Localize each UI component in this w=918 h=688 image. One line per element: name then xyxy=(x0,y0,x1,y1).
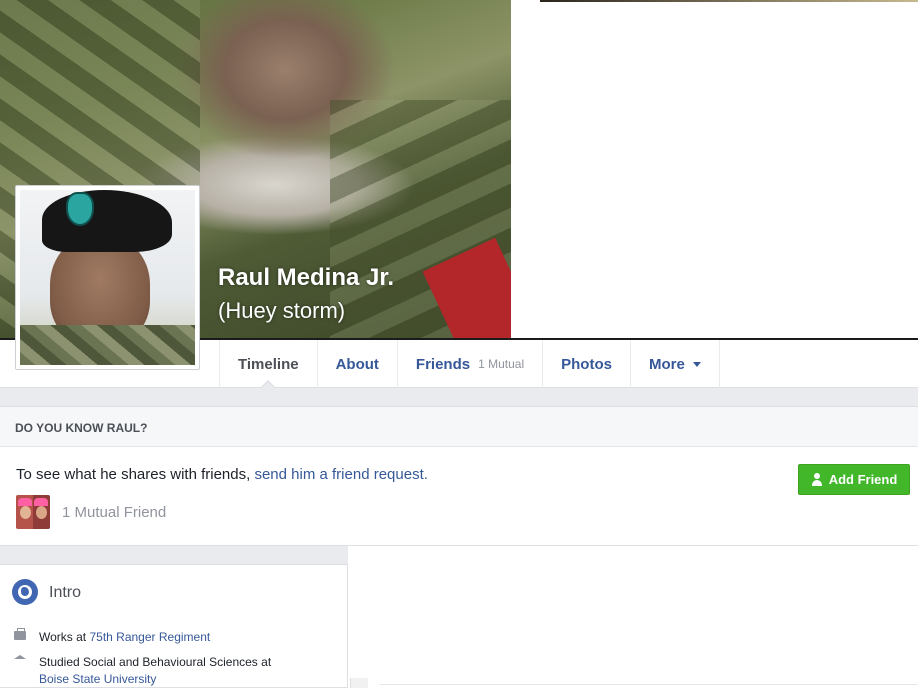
work-text: Works at 75th Ranger Regiment xyxy=(39,629,210,646)
avatar-detail xyxy=(34,498,48,506)
avatar-detail xyxy=(18,498,32,506)
school-icon xyxy=(14,655,26,659)
intro-education-row: Studied Social and Behavioural Sciences … xyxy=(14,654,271,688)
scrollbar[interactable] xyxy=(350,678,368,688)
friend-request-prompt: To see what he shares with friends, send… xyxy=(16,466,428,483)
friend-request-card: DO YOU KNOW RAUL? To see what he shares … xyxy=(0,406,918,546)
tab-label: Friends xyxy=(415,355,471,373)
prompt-text: To see what he shares with friends, xyxy=(16,466,255,483)
avatar-detail xyxy=(20,506,31,519)
profile-alternate-name: (Huey storm) xyxy=(218,298,346,323)
tab-label: Photos xyxy=(561,355,612,373)
mutual-friend-avatar[interactable] xyxy=(16,495,50,529)
work-place-link[interactable]: 75th Ranger Regiment xyxy=(89,630,210,644)
tab-timeline[interactable]: Timeline xyxy=(220,340,318,389)
avatar-detail xyxy=(36,506,47,519)
profile-name[interactable]: Raul Medina Jr. xyxy=(218,264,394,292)
add-friend-button[interactable]: Add Friend xyxy=(798,464,910,495)
profile-photo-insignia xyxy=(66,192,94,226)
tab-label: Timeline xyxy=(238,355,299,373)
tab-label: More xyxy=(648,355,685,373)
profile-photo-uniform xyxy=(20,325,195,365)
mutual-count: 1 Mutual xyxy=(478,357,525,371)
add-friend-label: Add Friend xyxy=(828,472,898,487)
timeline-area xyxy=(348,546,918,688)
profile-photo-beret xyxy=(42,190,172,252)
intro-work-row: Works at 75th Ranger Regiment xyxy=(14,628,210,646)
education-prefix: Studied Social and Behavioural Sciences … xyxy=(39,655,272,669)
profile-picture[interactable] xyxy=(15,185,200,370)
profile-tabs: Timeline About Friends 1 Mutual Photos Mo… xyxy=(219,340,720,389)
intro-title: Intro xyxy=(49,584,82,601)
cover-edge xyxy=(540,0,918,2)
tab-about[interactable]: About xyxy=(318,340,398,388)
send-request-link[interactable]: send him a friend request. xyxy=(254,466,427,483)
tab-label: About xyxy=(335,355,379,373)
caret-down-icon xyxy=(692,361,701,367)
card-header: DO YOU KNOW RAUL? xyxy=(0,407,918,447)
tab-friends[interactable]: Friends 1 Mutual xyxy=(398,340,544,388)
add-person-icon xyxy=(811,473,823,486)
divider xyxy=(380,684,918,688)
briefcase-icon xyxy=(14,628,26,640)
profile-photo xyxy=(20,190,195,365)
school-link[interactable]: Boise State University xyxy=(39,671,271,688)
mutual-friends-link[interactable]: 1 Mutual Friend xyxy=(62,504,166,521)
work-prefix: Works at xyxy=(39,630,90,644)
tab-photos[interactable]: Photos xyxy=(543,340,631,388)
intro-card: Intro Works at 75th Ranger Regiment Stud… xyxy=(0,564,348,688)
globe-icon xyxy=(12,579,38,605)
tab-more[interactable]: More xyxy=(631,340,720,388)
